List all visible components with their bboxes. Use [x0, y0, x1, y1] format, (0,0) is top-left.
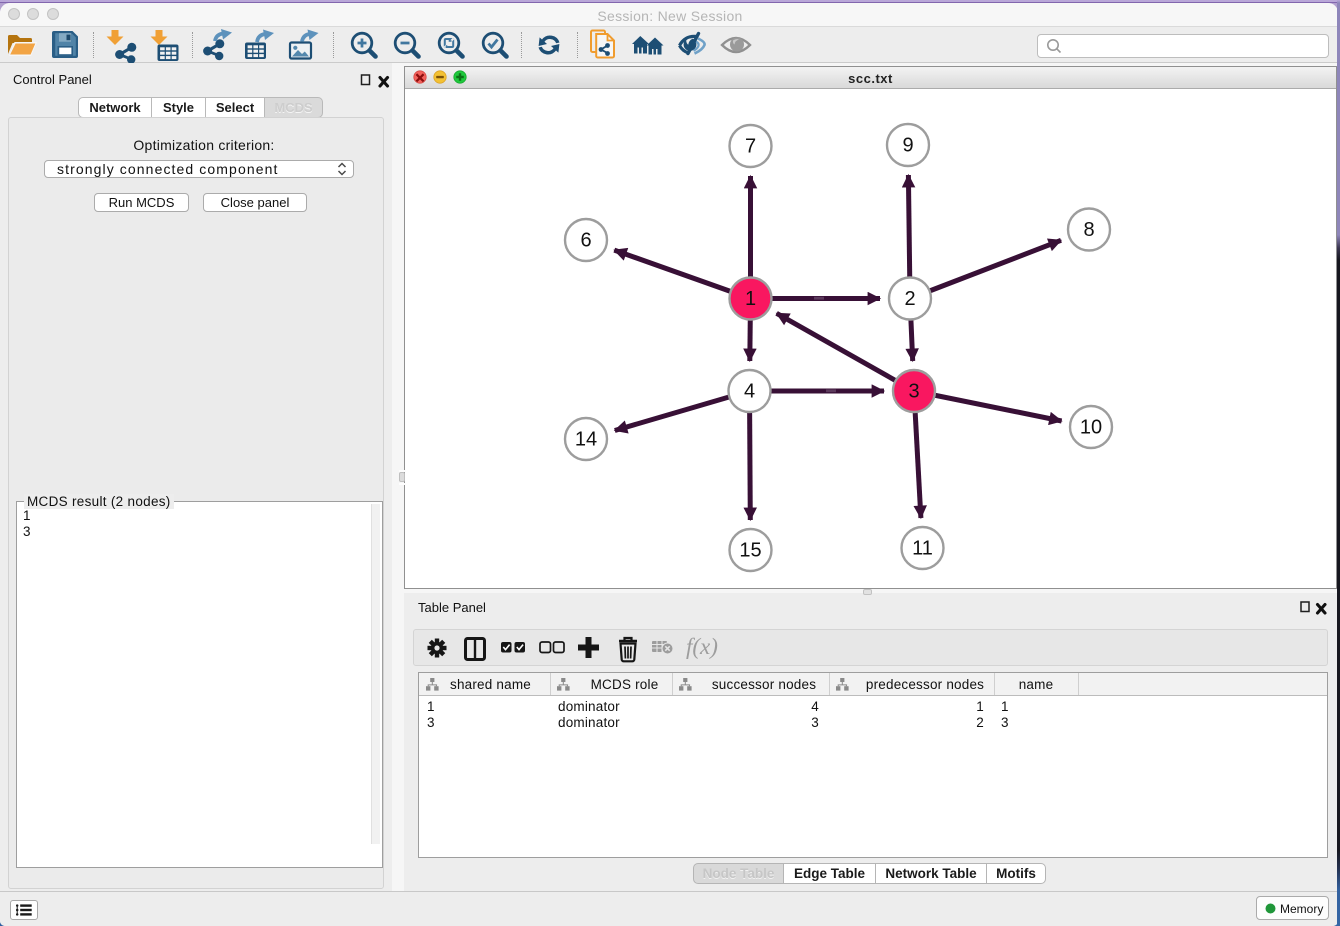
svg-text:7: 7 — [745, 136, 756, 158]
svg-text:2: 2 — [904, 288, 915, 310]
svg-text:10: 10 — [1080, 417, 1102, 439]
svg-text:11: 11 — [912, 538, 933, 560]
svg-text:8: 8 — [1083, 219, 1094, 241]
svg-text:14: 14 — [575, 429, 597, 451]
svg-text:9: 9 — [902, 135, 913, 157]
svg-text:4: 4 — [744, 381, 755, 403]
svg-text:15: 15 — [739, 540, 761, 562]
svg-text:3: 3 — [908, 381, 919, 403]
svg-text:1: 1 — [745, 288, 756, 310]
svg-text:6: 6 — [580, 230, 591, 252]
